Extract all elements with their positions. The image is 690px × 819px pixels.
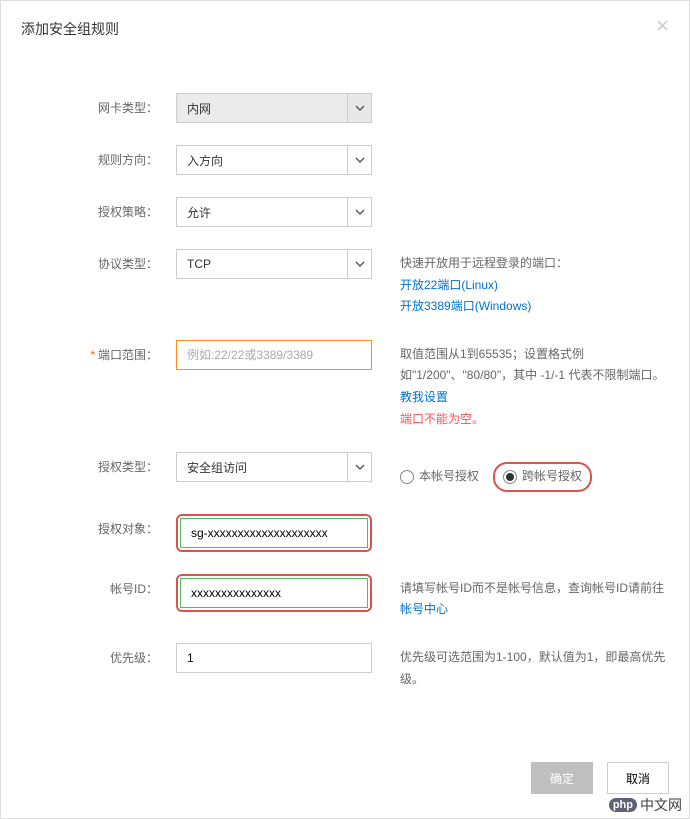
dialog-footer: 确定 取消 <box>1 746 689 818</box>
chevron-down-icon <box>347 198 371 226</box>
highlight-cross-account: 跨帐号授权 <box>493 462 592 492</box>
link-teach-me[interactable]: 教我设置 <box>400 390 448 404</box>
control-direction: 入方向 <box>176 145 372 175</box>
link-open-port-3389[interactable]: 开放3389端口(Windows) <box>400 299 531 313</box>
auth-type-select[interactable]: 安全组访问 <box>176 452 372 482</box>
priority-input[interactable] <box>187 644 361 672</box>
control-auth-object <box>176 514 372 552</box>
watermark: php 中文网 <box>609 795 682 815</box>
protocol-help: 快速开放用于远程登录的端口： 开放22端口(Linux) 开放3389端口(Wi… <box>372 249 669 318</box>
label-priority: 优先级： <box>21 643 176 666</box>
label-policy: 授权策略： <box>21 197 176 220</box>
radio-own-label: 本帐号授权 <box>419 466 479 488</box>
port-input[interactable] <box>187 341 361 369</box>
dialog: 添加安全组规则 × 网卡类型： 内网 规则方向： 入方向 <box>0 0 690 819</box>
control-priority <box>176 643 372 673</box>
chevron-down-icon <box>347 453 371 481</box>
dialog-title: 添加安全组规则 <box>21 21 119 37</box>
direction-value: 入方向 <box>187 152 223 169</box>
watermark-php: php <box>609 798 637 812</box>
row-direction: 规则方向： 入方向 <box>21 145 669 175</box>
nic-type-select[interactable]: 内网 <box>176 93 372 123</box>
radio-cross-account[interactable]: 跨帐号授权 <box>503 466 582 488</box>
account-help: 请填写帐号ID而不是帐号信息，查询帐号ID请前往 帐号中心 <box>372 574 669 621</box>
chevron-down-icon <box>347 146 371 174</box>
highlight-auth-object <box>176 514 372 552</box>
control-account-id <box>176 574 372 612</box>
auth-object-input[interactable] <box>191 519 357 547</box>
protocol-select[interactable]: TCP <box>176 249 372 279</box>
watermark-cn: 中文网 <box>640 795 682 815</box>
link-account-center[interactable]: 帐号中心 <box>400 602 448 616</box>
nic-type-value: 内网 <box>187 100 211 117</box>
dialog-body: 网卡类型： 内网 规则方向： 入方向 授权策略： <box>1 53 689 746</box>
control-port <box>176 340 372 370</box>
direction-select[interactable]: 入方向 <box>176 145 372 175</box>
auth-object-input-wrap <box>180 518 368 548</box>
account-help-text: 请填写帐号ID而不是帐号信息，查询帐号ID请前往 <box>400 581 664 595</box>
priority-input-wrap <box>176 643 372 673</box>
link-open-port-22[interactable]: 开放22端口(Linux) <box>400 278 498 292</box>
port-help: 取值范围从1到65535；设置格式例如"1/200"、"80/80"，其中 -1… <box>372 340 669 430</box>
policy-select[interactable]: 允许 <box>176 197 372 227</box>
highlight-account-id <box>176 574 372 612</box>
label-nic-type: 网卡类型： <box>21 93 176 116</box>
chevron-down-icon <box>347 94 371 122</box>
label-auth-type: 授权类型： <box>21 452 176 475</box>
row-policy: 授权策略： 允许 <box>21 197 669 227</box>
port-input-wrap <box>176 340 372 370</box>
radio-own-account[interactable]: 本帐号授权 <box>400 466 479 488</box>
row-nic-type: 网卡类型： 内网 <box>21 93 669 123</box>
control-protocol: TCP <box>176 249 372 279</box>
row-auth-object: 授权对象： <box>21 514 669 552</box>
auth-radio-group: 本帐号授权 跨帐号授权 <box>400 456 669 492</box>
row-auth-type: 授权类型： 安全组访问 本帐号授权 跨帐号授权 <box>21 452 669 492</box>
row-port: *端口范围： 取值范围从1到65535；设置格式例如"1/200"、"80/80… <box>21 340 669 430</box>
priority-help: 优先级可选范围为1-100，默认值为1，即最高优先级。 <box>372 643 669 690</box>
account-id-input[interactable] <box>191 579 357 607</box>
auth-type-value: 安全组访问 <box>187 459 247 476</box>
dialog-header: 添加安全组规则 × <box>1 1 689 53</box>
row-priority: 优先级： 优先级可选范围为1-100，默认值为1，即最高优先级。 <box>21 643 669 690</box>
protocol-help-intro: 快速开放用于远程登录的端口： <box>400 253 669 275</box>
radio-icon <box>503 470 517 484</box>
protocol-value: TCP <box>187 257 211 271</box>
port-error: 端口不能为空。 <box>400 409 669 431</box>
auth-radio-help: 本帐号授权 跨帐号授权 <box>372 452 669 492</box>
label-account-id: 帐号ID： <box>21 574 176 597</box>
ok-button[interactable]: 确定 <box>531 762 593 794</box>
radio-cross-label: 跨帐号授权 <box>522 466 582 488</box>
row-account-id: 帐号ID： 请填写帐号ID而不是帐号信息，查询帐号ID请前往 帐号中心 <box>21 574 669 621</box>
radio-icon <box>400 470 414 484</box>
control-nic-type: 内网 <box>176 93 372 123</box>
control-auth-type: 安全组访问 <box>176 452 372 482</box>
cancel-button[interactable]: 取消 <box>607 762 669 794</box>
close-icon[interactable]: × <box>656 15 669 37</box>
label-port: *端口范围： <box>21 340 176 363</box>
label-auth-object: 授权对象： <box>21 514 176 537</box>
label-direction: 规则方向： <box>21 145 176 168</box>
label-protocol: 协议类型： <box>21 249 176 272</box>
port-help-text: 取值范围从1到65535；设置格式例如"1/200"、"80/80"，其中 -1… <box>400 347 664 383</box>
control-policy: 允许 <box>176 197 372 227</box>
account-id-input-wrap <box>180 578 368 608</box>
policy-value: 允许 <box>187 204 211 221</box>
row-protocol: 协议类型： TCP 快速开放用于远程登录的端口： 开放22端口(Linux) 开… <box>21 249 669 318</box>
chevron-down-icon <box>347 250 371 278</box>
